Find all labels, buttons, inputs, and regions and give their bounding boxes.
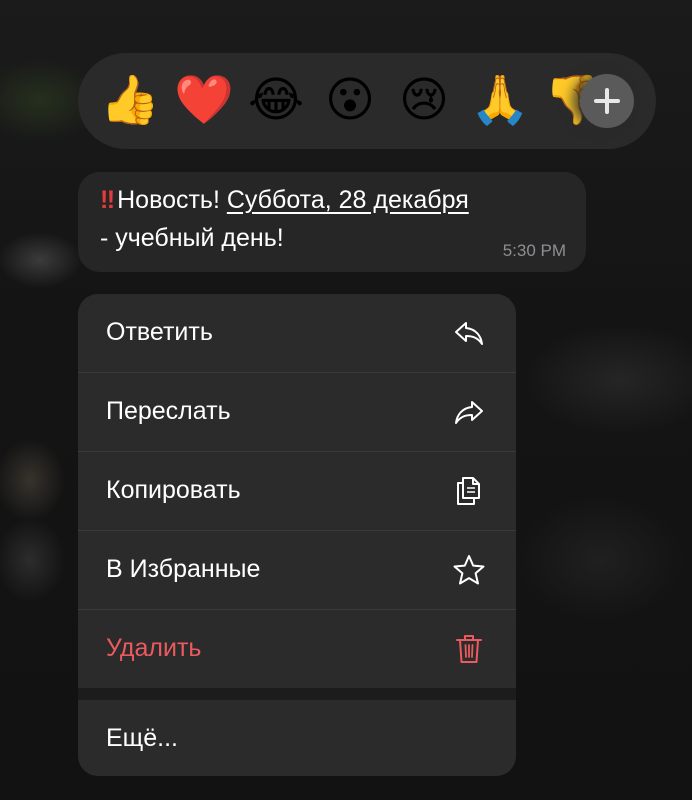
menu-section-gap — [78, 688, 516, 700]
double-exclamation-icon: ‼ — [100, 186, 115, 214]
reaction-thumbs-up[interactable]: 👍 — [100, 73, 160, 129]
copy-icon — [457, 477, 480, 505]
menu-item-label: Ещё... — [106, 724, 178, 752]
menu-item-forward[interactable]: Переслать — [78, 373, 516, 451]
menu-item-reply[interactable]: Ответить — [78, 294, 516, 372]
reply-icon — [455, 322, 483, 345]
reaction-folded-hands[interactable]: 🙏 — [470, 73, 530, 129]
menu-item-more[interactable]: Ещё... — [78, 700, 516, 776]
reaction-crying[interactable]: 😢 — [396, 73, 452, 129]
menu-item-delete[interactable]: Удалить — [78, 610, 516, 688]
message-line-1: ‼ Новость! Суббота, 28 декабря — [100, 186, 469, 215]
date-link[interactable]: Суббота, 28 декабря — [227, 186, 469, 214]
menu-item-label: Удалить — [106, 634, 202, 662]
reaction-heart[interactable]: ❤️ — [174, 73, 234, 129]
message-text: Новость! — [117, 186, 227, 214]
menu-item-label: Копировать — [106, 476, 241, 504]
forward-icon — [455, 401, 483, 424]
reaction-bar: 👍 ❤️ 😂 😮 😢 🙏 👎 — [78, 53, 656, 149]
message-bubble: ‼ Новость! Суббота, 28 декабря - учебный … — [78, 172, 586, 272]
menu-item-label: Переслать — [106, 397, 231, 425]
menu-item-favorites[interactable]: В Избранные — [78, 531, 516, 609]
menu-item-label: В Избранные — [106, 555, 261, 583]
reaction-surprised[interactable]: 😮 — [322, 73, 378, 129]
message-time: 5:30 PM — [502, 241, 566, 260]
reaction-tears-of-joy[interactable]: 😂 — [248, 73, 304, 129]
menu-item-label: Ответить — [106, 318, 213, 346]
trash-icon — [456, 635, 482, 663]
message-line-2: - учебный день! — [100, 224, 284, 252]
add-reaction-button[interactable] — [580, 74, 634, 128]
star-icon — [453, 555, 485, 585]
context-menu: Ответить Переслать Копировать В Избранны… — [78, 294, 516, 776]
menu-item-copy[interactable]: Копировать — [78, 452, 516, 530]
